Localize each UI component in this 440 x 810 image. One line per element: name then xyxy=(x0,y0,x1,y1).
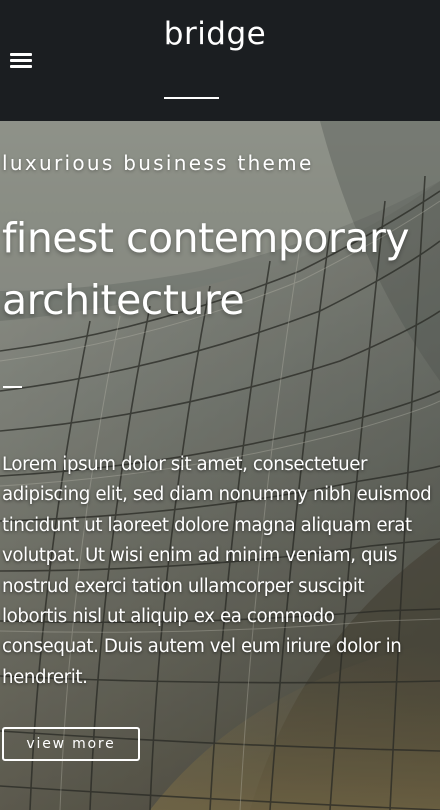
hamburger-menu-icon[interactable] xyxy=(10,53,32,71)
hero-divider xyxy=(3,386,22,388)
site-logo[interactable]: bridge xyxy=(0,16,430,52)
hero-section: luxurious business theme finest contempo… xyxy=(0,121,440,810)
hero-body-text: Lorem ipsum dolor sit amet, consectetuer… xyxy=(2,454,432,688)
site-header: bridge xyxy=(0,0,440,121)
header-underline xyxy=(164,97,219,99)
hero-headline: finest contemporary architecture xyxy=(2,214,410,324)
hero-subtitle: luxurious business theme xyxy=(2,151,314,175)
hero-content: luxurious business theme finest contempo… xyxy=(0,121,440,810)
view-more-button[interactable]: view more xyxy=(2,727,140,761)
